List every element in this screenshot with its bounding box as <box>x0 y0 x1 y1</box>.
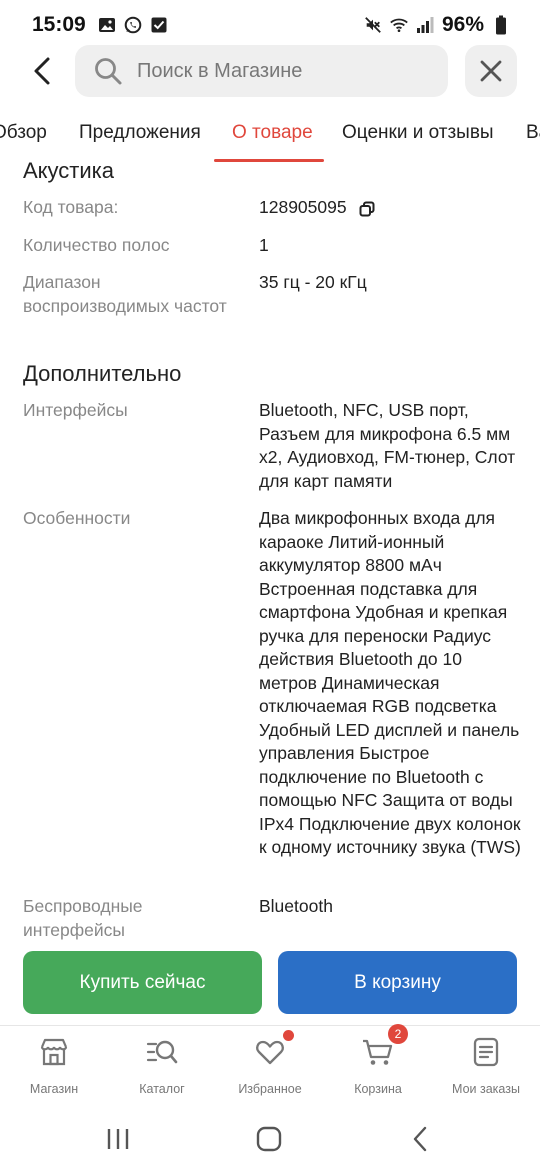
search-header <box>0 45 540 97</box>
section-title-additional: Дополнительно <box>23 361 182 386</box>
status-time: 15:09 <box>32 13 86 36</box>
spec-label-bands: Количество полос <box>23 235 170 255</box>
cart-count-badge: 2 <box>388 1024 408 1044</box>
spec-value-frequency-range: 35 гц - 20 кГц <box>259 272 367 292</box>
chevron-left-icon <box>34 57 50 85</box>
search-input[interactable] <box>137 59 417 83</box>
spec-value-interfaces: Bluetooth, NFC, USB порт, Разъем для мик… <box>259 400 516 491</box>
search-box[interactable] <box>75 45 448 97</box>
bottom-navigation: Магазин Каталог Избранное 2 Корзина Мои … <box>0 1024 540 1105</box>
back-button[interactable] <box>22 51 62 91</box>
battery-percentage: 96% <box>441 13 484 36</box>
nav-label-store: Магазин <box>29 1082 79 1096</box>
signal-icon <box>416 16 434 34</box>
copy-icon[interactable] <box>359 200 375 217</box>
checkbox-icon <box>150 16 168 34</box>
catalog-search-icon <box>146 1036 178 1068</box>
store-icon <box>38 1036 70 1068</box>
section-title-acoustics: Акустика <box>23 158 115 183</box>
spec-label-features: Особенности <box>23 508 131 528</box>
nav-item-favorites[interactable]: Избранное <box>225 1030 315 1096</box>
nav-label-favorites: Избранное <box>238 1082 302 1096</box>
spec-label-sku: Код товара: <box>23 197 119 217</box>
mute-icon <box>364 16 382 34</box>
home-button[interactable] <box>249 1119 289 1159</box>
spec-value-sku: 128905095 <box>259 196 524 220</box>
nav-item-catalog[interactable]: Каталог <box>117 1036 207 1096</box>
back-arrow-icon <box>413 1126 427 1152</box>
battery-icon <box>492 15 510 35</box>
orders-icon <box>470 1036 502 1068</box>
nav-item-store[interactable]: Магазин <box>9 1036 99 1096</box>
spec-label-wireless: Беспроводные интерфейсы <box>23 896 143 940</box>
product-specs[interactable]: Акустика Код товара: 128905095 Количеств… <box>0 155 540 945</box>
search-icon <box>95 58 122 85</box>
heart-icon <box>254 1030 294 1068</box>
wifi-icon <box>390 16 408 34</box>
add-to-cart-button[interactable]: В корзину <box>278 951 517 1014</box>
recent-apps-button[interactable] <box>98 1119 138 1159</box>
spec-value-wireless: Bluetooth <box>259 896 333 916</box>
image-icon <box>98 16 116 34</box>
spec-value-bands: 1 <box>259 235 269 255</box>
whatsapp-icon <box>124 16 142 34</box>
nav-label-cart: Корзина <box>354 1082 402 1096</box>
system-navigation-bar <box>0 1105 540 1170</box>
buy-now-button[interactable]: Купить сейчас <box>23 951 262 1014</box>
nav-item-cart[interactable]: 2 Корзина <box>333 1024 423 1096</box>
home-icon <box>256 1126 282 1152</box>
close-icon <box>480 60 502 82</box>
spec-label-interfaces: Интерфейсы <box>23 400 128 420</box>
nav-label-orders: Мои заказы <box>452 1082 520 1096</box>
recent-apps-icon <box>107 1129 129 1149</box>
nav-label-catalog: Каталог <box>139 1082 185 1096</box>
sku-value: 128905095 <box>259 197 347 217</box>
status-bar: 15:09 96% <box>0 0 540 50</box>
system-back-button[interactable] <box>401 1119 441 1159</box>
cart-icon: 2 <box>362 1024 408 1068</box>
close-button[interactable] <box>465 45 517 97</box>
spec-label-frequency-range: Диапазон воспроизводимых частот <box>23 272 227 316</box>
favorites-notification-dot <box>283 1030 294 1041</box>
nav-item-orders[interactable]: Мои заказы <box>441 1036 531 1096</box>
spec-value-features: Два микрофонных входа для караоке Литий-… <box>259 508 521 857</box>
